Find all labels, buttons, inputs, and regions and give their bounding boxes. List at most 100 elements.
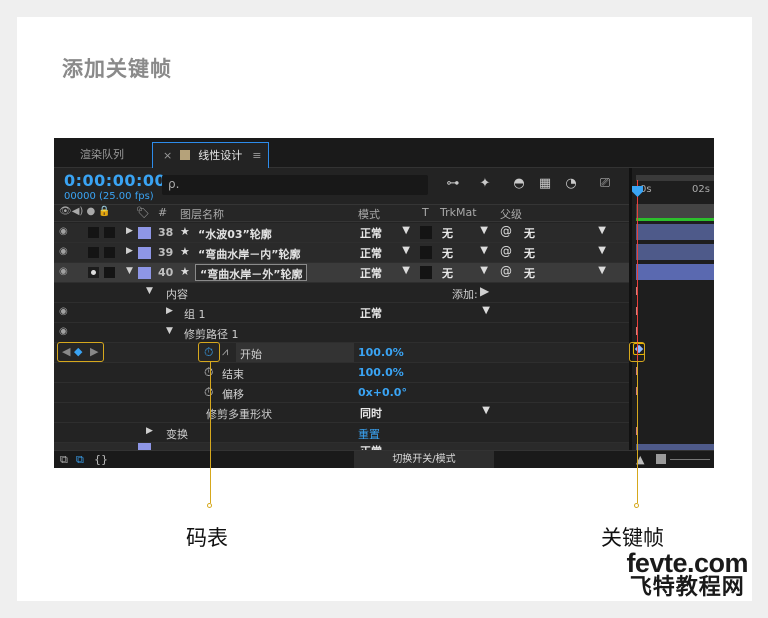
frame-blend-icon[interactable]: ▦ <box>536 175 554 193</box>
time-display[interactable]: 0:00:00:00 00000 (25.00 fps) <box>64 171 166 202</box>
offset-row[interactable]: ⏱ 偏移 0x+0.0° <box>54 383 629 403</box>
expand-icon[interactable]: ▶ <box>126 246 133 256</box>
preserve-transparency[interactable] <box>420 266 432 279</box>
layer-switches-icon[interactable]: ⧉ <box>60 453 68 467</box>
expand-icon[interactable]: ▶ <box>126 226 133 236</box>
mode-dropdown[interactable]: 正常 ▼ <box>360 225 410 241</box>
eye-icon[interactable]: ◉ <box>59 226 73 238</box>
pick-whip-icon[interactable]: @ <box>500 224 512 238</box>
start-value[interactable]: 100.0% <box>358 346 404 359</box>
zoom-slider-handle[interactable] <box>656 454 666 464</box>
zoom-slider-track[interactable] <box>670 459 710 460</box>
solo-switch[interactable] <box>88 247 99 258</box>
transform-row[interactable]: ▶ 变换 重置 <box>54 423 629 443</box>
pick-whip-icon[interactable]: @ <box>500 244 512 258</box>
lock-switch[interactable] <box>104 227 115 238</box>
motion-blur-icon[interactable]: ◓ <box>510 175 528 193</box>
trkmat-dropdown[interactable]: 无 ▼ <box>442 265 488 281</box>
expand-icon[interactable]: ▶ <box>146 426 153 436</box>
pick-whip-icon[interactable]: @ <box>500 264 512 278</box>
add-menu-icon[interactable]: ▶ <box>480 284 489 298</box>
parent-dropdown[interactable]: 无 ▼ <box>524 265 606 281</box>
lock-switch[interactable] <box>104 247 115 258</box>
group-mode-dropdown[interactable]: 正常 ▼ <box>360 305 490 321</box>
reset-link[interactable]: 重置 <box>358 426 380 442</box>
tab-composition[interactable]: × 线性设计 ≡ <box>152 142 269 168</box>
draft-3d-icon[interactable]: ✦ <box>476 175 494 193</box>
contents-label: 内容 <box>166 288 188 301</box>
collapse-icon[interactable]: ▼ <box>146 286 153 296</box>
modes-icon[interactable]: ⧉ <box>76 453 84 467</box>
start-row[interactable]: ◀ ◆ ▶ ⏱ ⩘ 开始 100.0% <box>54 343 629 363</box>
trkmat-dropdown[interactable]: 无 ▼ <box>442 245 488 261</box>
layer-bar[interactable] <box>636 244 714 260</box>
shape-layer-icon: ★ <box>180 265 190 278</box>
eye-icon[interactable]: ◉ <box>59 246 73 258</box>
mode-dropdown[interactable]: 正常 ▼ <box>360 245 410 261</box>
tick-02s: 02s <box>692 184 710 195</box>
eye-icon[interactable]: ◉ <box>59 326 73 338</box>
stretch-icon[interactable]: {} <box>94 453 108 466</box>
contents-row[interactable]: ▼ 内容 添加: ▶ <box>54 283 629 303</box>
layer-name[interactable]: “水波03”轮廓 <box>198 226 272 242</box>
group-label: 组 1 <box>184 308 206 321</box>
time-ruler[interactable]: 0s 02s <box>632 171 714 201</box>
collapse-icon[interactable]: ▼ <box>126 266 133 276</box>
mode-dropdown[interactable]: 正常 ▼ <box>360 265 410 281</box>
layer-name[interactable]: “弯曲水岸－内”轮廓 <box>198 246 300 262</box>
shy-icon[interactable]: ⊶ <box>444 175 462 193</box>
av-switch-icons: 👁◀) ● 🔒 <box>59 206 111 217</box>
layer-row[interactable]: ◉ ▶ 39 ★ “弯曲水岸－内”轮廓 正常 ▼ 无 ▼ @ 无 ▼ <box>54 243 629 263</box>
collapse-icon[interactable]: ▼ <box>166 326 173 336</box>
trkmat-dropdown[interactable]: 无 ▼ <box>442 225 488 241</box>
parent-dropdown[interactable]: 无 ▼ <box>524 225 606 241</box>
trim-multiple-dropdown[interactable]: 同时 ▼ <box>360 405 490 421</box>
watermark-cn: 飞特教程网 <box>629 575 745 600</box>
zoom-bar[interactable] <box>636 175 714 181</box>
layer-row-selected[interactable]: ◉ ▼ 40 ★ “弯曲水岸－外”轮廓 正常 ▼ 无 ▼ @ 无 ▼ <box>54 263 629 283</box>
layer-name[interactable]: “弯曲水岸－外”轮廓 <box>195 264 308 281</box>
stopwatch-callout-line <box>210 362 211 503</box>
timeline-area[interactable]: 0s 02s I I I I I I <box>632 168 714 468</box>
layer-bar-selected[interactable] <box>636 264 714 280</box>
layer-row[interactable]: ◉ ▶ 38 ★ “水波03”轮廓 正常 ▼ 无 ▼ @ 无 ▼ <box>54 223 629 243</box>
preserve-transparency[interactable] <box>420 226 432 239</box>
stopwatch-icon[interactable]: ⏱ <box>204 385 213 400</box>
offset-value[interactable]: 0x+0.0° <box>358 386 407 399</box>
graph-icon[interactable]: ⩘ <box>222 345 228 359</box>
expand-icon[interactable]: ▶ <box>166 306 173 316</box>
label-tag-icon: 🏷 <box>136 206 150 219</box>
end-value[interactable]: 100.0% <box>358 366 404 379</box>
graph-editor-icon[interactable]: ◔ <box>562 175 580 193</box>
eye-icon[interactable]: ◉ <box>59 266 73 278</box>
keyframe-callout-dot <box>634 503 639 508</box>
start-label: 开始 <box>236 343 354 362</box>
close-icon[interactable]: × <box>163 149 172 162</box>
end-row[interactable]: ⏱ 结束 100.0% <box>54 363 629 383</box>
layer-bar[interactable] <box>636 224 714 240</box>
eye-icon[interactable]: ◉ <box>59 306 73 318</box>
toggle-switches-modes-button[interactable]: 切换开关/模式 <box>354 451 494 468</box>
menu-icon[interactable]: ≡ <box>252 149 261 162</box>
work-area-bar[interactable] <box>636 204 714 218</box>
parent-dropdown[interactable]: 无 ▼ <box>524 245 606 261</box>
search-input[interactable]: ρ. <box>162 175 428 195</box>
solo-switch[interactable] <box>88 267 99 278</box>
group-row[interactable]: ◉ ▶ 组 1 正常 ▼ <box>54 303 629 323</box>
layer-number: 38 <box>158 226 174 239</box>
trim-multiple-row[interactable]: 修剪多重形状 同时 ▼ <box>54 403 629 423</box>
trim-paths-row[interactable]: ◉ ▼ 修剪路径 1 <box>54 323 629 343</box>
label-color[interactable] <box>138 267 151 279</box>
chevron-down-icon: ▼ <box>402 265 410 276</box>
lock-switch[interactable] <box>104 267 115 278</box>
solo-switch[interactable] <box>88 227 99 238</box>
preserve-transparency[interactable] <box>420 246 432 259</box>
col-layer-name[interactable]: 图层名称 <box>180 206 224 222</box>
tab-render-queue[interactable]: 渲染队列 <box>80 142 124 168</box>
comp-flow-icon[interactable]: ⎚ <box>596 175 614 193</box>
label-color[interactable] <box>138 247 151 259</box>
label-color[interactable] <box>138 227 151 239</box>
timecode[interactable]: 0:00:00:00 <box>64 171 166 190</box>
stopwatch-icon[interactable]: ⏱ <box>204 365 213 380</box>
layer-number: 40 <box>158 266 174 279</box>
